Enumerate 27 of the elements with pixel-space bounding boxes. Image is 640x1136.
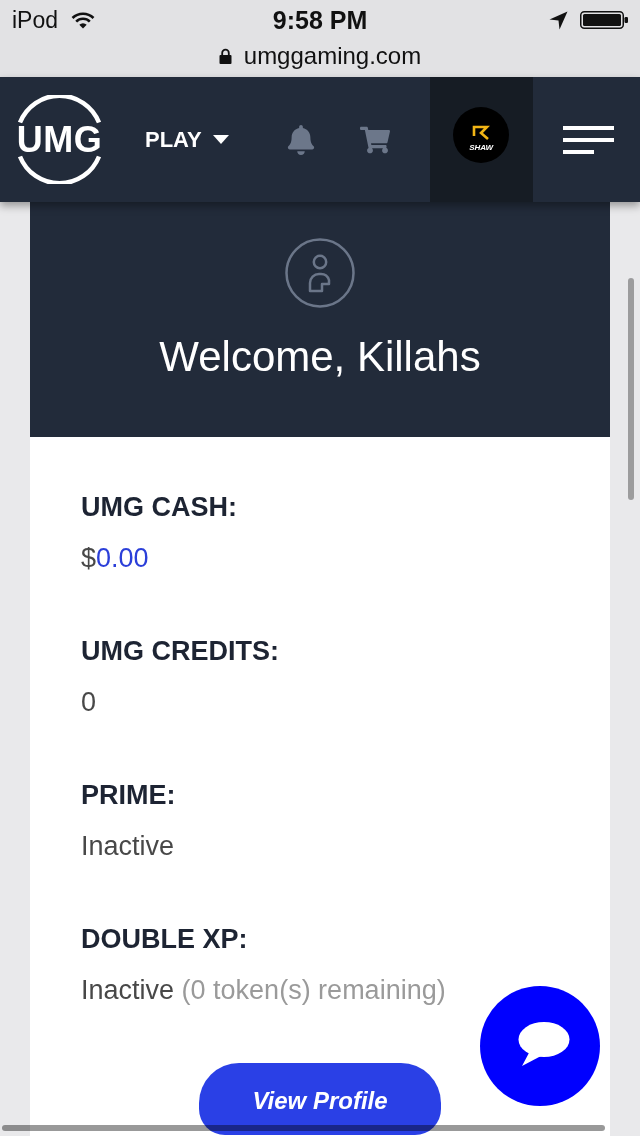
location-arrow-icon — [549, 10, 568, 30]
avatar-logo-icon — [472, 124, 491, 140]
view-profile-button[interactable]: View Profile — [199, 1063, 441, 1135]
wifi-icon — [71, 11, 96, 29]
play-menu-button[interactable]: PLAY — [145, 125, 229, 154]
status-time: 9:58 PM — [272, 5, 368, 35]
stat-value: Inactive — [81, 830, 176, 863]
site-logo[interactable]: UMG — [14, 95, 105, 184]
stat-value: Inactive (0 token(s) remaining) — [81, 974, 447, 1007]
stat-label: PRIME: — [81, 779, 177, 812]
stat-label: UMG CASH: — [81, 491, 238, 524]
welcome-title: Welcome, Killahs — [159, 332, 481, 382]
battery-icon — [580, 11, 628, 29]
bell-icon[interactable] — [285, 124, 316, 155]
menu-icon[interactable] — [562, 125, 614, 154]
carrier-text: iPod — [12, 6, 59, 34]
avatar-label: SHAW — [469, 142, 494, 152]
cart-icon[interactable] — [359, 124, 390, 155]
lock-icon — [218, 47, 232, 64]
url-text[interactable]: umggaming.com — [243, 41, 422, 70]
stat-label: UMG CREDITS: — [81, 635, 280, 668]
avatar-button[interactable]: SHAW — [429, 77, 533, 202]
stat-label: DOUBLE XP: — [81, 923, 249, 956]
user-icon — [285, 238, 355, 308]
stat-value: $0.00 — [81, 542, 150, 575]
stat-value: 0 — [81, 686, 98, 719]
caret-icon — [212, 135, 229, 144]
